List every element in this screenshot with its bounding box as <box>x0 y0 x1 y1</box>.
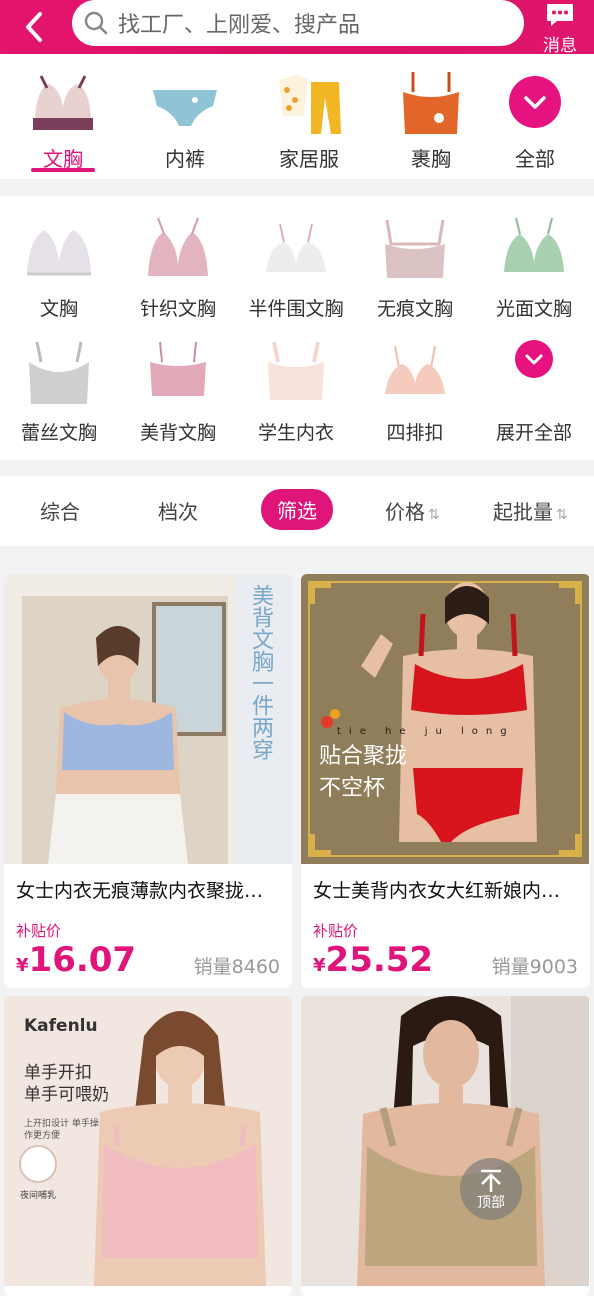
half-cup-bra-icon <box>266 223 326 272</box>
knit-bra-icon <box>148 217 208 276</box>
category-label: 内裤 <box>165 147 205 171</box>
image-headline-2: 不空杯 <box>319 776 386 801</box>
subcategory-label: 文胸 <box>39 298 78 320</box>
search-icon <box>84 11 108 35</box>
image-badge: 夜间哺乳 <box>20 1191 57 1201</box>
subcategory-label: 针织文胸 <box>139 298 216 320</box>
subcategory-knit-bra[interactable]: 针织文胸 <box>119 196 237 320</box>
expand-circle <box>515 340 553 378</box>
subcategory-bra[interactable]: 文胸 <box>0 196 118 320</box>
expand-circle <box>509 76 561 128</box>
product-card[interactable] <box>301 996 590 1296</box>
subcategory-label: 光面文胸 <box>495 298 572 320</box>
back-to-top-button[interactable]: 顶部 <box>460 1158 522 1220</box>
sales-count: 销量8460 <box>193 956 280 978</box>
message-icon <box>547 4 573 26</box>
lace-bra-icon <box>27 230 91 276</box>
chevron-down-icon <box>525 354 543 365</box>
panties-icon <box>151 70 219 136</box>
product-price: ¥25.52 <box>313 940 433 980</box>
top-header: 找工厂、上刚爱、搜产品 消息 <box>0 0 594 56</box>
search-input[interactable]: 找工厂、上刚爱、搜产品 <box>72 0 524 46</box>
subcategory-four-hook[interactable]: 四排扣 <box>356 320 474 444</box>
sort-price[interactable]: 价格 ⇅ <box>385 496 440 525</box>
product-card[interactable]: 美背文胸一件两穿 女士内衣无痕薄款内衣聚拢… 补贴价 ¥16.07 销量8460 <box>4 574 292 988</box>
image-headline-2: 单手可喂奶 <box>24 1085 109 1105</box>
sort-arrows-icon: ⇅ <box>556 507 568 523</box>
subcategory-half-cup[interactable]: 半件围文胸 <box>237 196 355 320</box>
sort-price-label: 价格 <box>385 500 425 524</box>
chevron-left-icon <box>26 12 42 42</box>
product-image <box>301 574 589 864</box>
messages-label: 消息 <box>543 36 577 56</box>
category-bra[interactable]: 文胸 <box>8 54 118 180</box>
messages-button[interactable]: 消息 <box>538 0 582 56</box>
smooth-bra-icon <box>504 217 564 272</box>
tube-top-icon <box>397 70 465 136</box>
category-all-button[interactable]: 全部 <box>480 54 590 180</box>
subcategory-label: 四排扣 <box>386 422 444 444</box>
image-small-text: 上开扣设计 单手操作更方便 <box>24 1119 99 1141</box>
back-to-top-label: 顶部 <box>477 1195 505 1211</box>
subcategory-label: 蕾丝文胸 <box>20 422 97 444</box>
product-title: 女士美背内衣女大红新娘内… <box>313 880 561 902</box>
image-headline-1: 贴合聚拢 <box>319 744 408 769</box>
sort-min-order[interactable]: 起批量 ⇅ <box>493 496 568 525</box>
category-tube-top[interactable]: 裹胸 <box>376 54 486 180</box>
currency-symbol: ¥ <box>313 955 326 976</box>
subcategory-student[interactable]: 学生内衣 <box>237 320 355 444</box>
lace-top-icon <box>29 341 89 404</box>
divider <box>0 180 594 196</box>
student-bra-icon <box>268 341 324 400</box>
subcategory-label: 学生内衣 <box>257 422 334 444</box>
price-value: 25.52 <box>325 940 434 980</box>
sort-comprehensive[interactable]: 综合 <box>40 496 80 525</box>
active-indicator <box>31 168 95 172</box>
category-label: 全部 <box>515 147 555 171</box>
price-value: 16.07 <box>28 940 137 980</box>
seamless-bra-icon <box>385 219 445 278</box>
brand-logo: Kafenlu <box>24 1016 98 1036</box>
search-placeholder: 找工厂、上刚爱、搜产品 <box>118 13 361 38</box>
subcategory-label: 无痕文胸 <box>376 298 453 320</box>
sort-bar: 综合 档次 筛选 价格 ⇅ 起批量 ⇅ <box>0 476 594 546</box>
subcategory-seamless[interactable]: 无痕文胸 <box>356 196 474 320</box>
subsidy-label: 补贴价 <box>313 922 359 940</box>
category-strip: 文胸 内裤 家居服 裹胸 全部 <box>0 54 594 180</box>
product-title: 女士内衣无痕薄款内衣聚拢… <box>16 880 264 902</box>
bra-icon <box>29 70 97 136</box>
currency-symbol: ¥ <box>16 955 29 976</box>
sales-count: 销量9003 <box>491 956 578 978</box>
category-label: 家居服 <box>279 147 339 171</box>
subcategory-lace[interactable]: 蕾丝文胸 <box>0 320 118 444</box>
chevron-down-icon <box>524 96 546 109</box>
sort-grade[interactable]: 档次 <box>158 496 198 525</box>
subcategory-label: 半件围文胸 <box>248 298 344 320</box>
image-caption: 美背文胸一件两穿 <box>248 584 273 760</box>
subcategory-back[interactable]: 美背文胸 <box>119 320 237 444</box>
product-image <box>301 996 589 1286</box>
image-pinyin: tie he ju long <box>337 726 515 737</box>
arrow-up-icon <box>481 1169 501 1192</box>
pajamas-icon <box>275 70 343 136</box>
subcategory-grid: 文胸 针织文胸 半件围文胸 无痕文胸 光面文胸 蕾丝文胸 美背文胸 学生内衣 四… <box>0 196 594 460</box>
divider <box>0 460 594 476</box>
category-homewear[interactable]: 家居服 <box>254 54 364 180</box>
back-button[interactable] <box>18 10 52 44</box>
subsidy-label: 补贴价 <box>16 922 62 940</box>
subcategory-label: 美背文胸 <box>139 422 216 444</box>
category-label: 裹胸 <box>411 147 451 171</box>
subcategory-expand-all[interactable]: 展开全部 <box>475 320 593 444</box>
product-card[interactable]: tie he ju long 贴合聚拢 不空杯 女士美背内衣女大红新娘内… 补贴… <box>301 574 590 988</box>
subcategory-label: 展开全部 <box>495 422 572 444</box>
back-bra-icon <box>150 341 206 396</box>
category-panties[interactable]: 内裤 <box>130 54 240 180</box>
filter-button[interactable]: 筛选 <box>261 489 333 530</box>
product-price: ¥16.07 <box>16 940 136 980</box>
product-card[interactable]: Kafenlu 单手开扣 单手可喂奶 上开扣设计 单手操作更方便 夜间哺乳 <box>4 996 292 1296</box>
strapless-bra-icon <box>385 345 445 394</box>
sort-min-order-label: 起批量 <box>493 500 553 524</box>
sort-arrows-icon: ⇅ <box>428 507 440 523</box>
subcategory-smooth[interactable]: 光面文胸 <box>475 196 593 320</box>
